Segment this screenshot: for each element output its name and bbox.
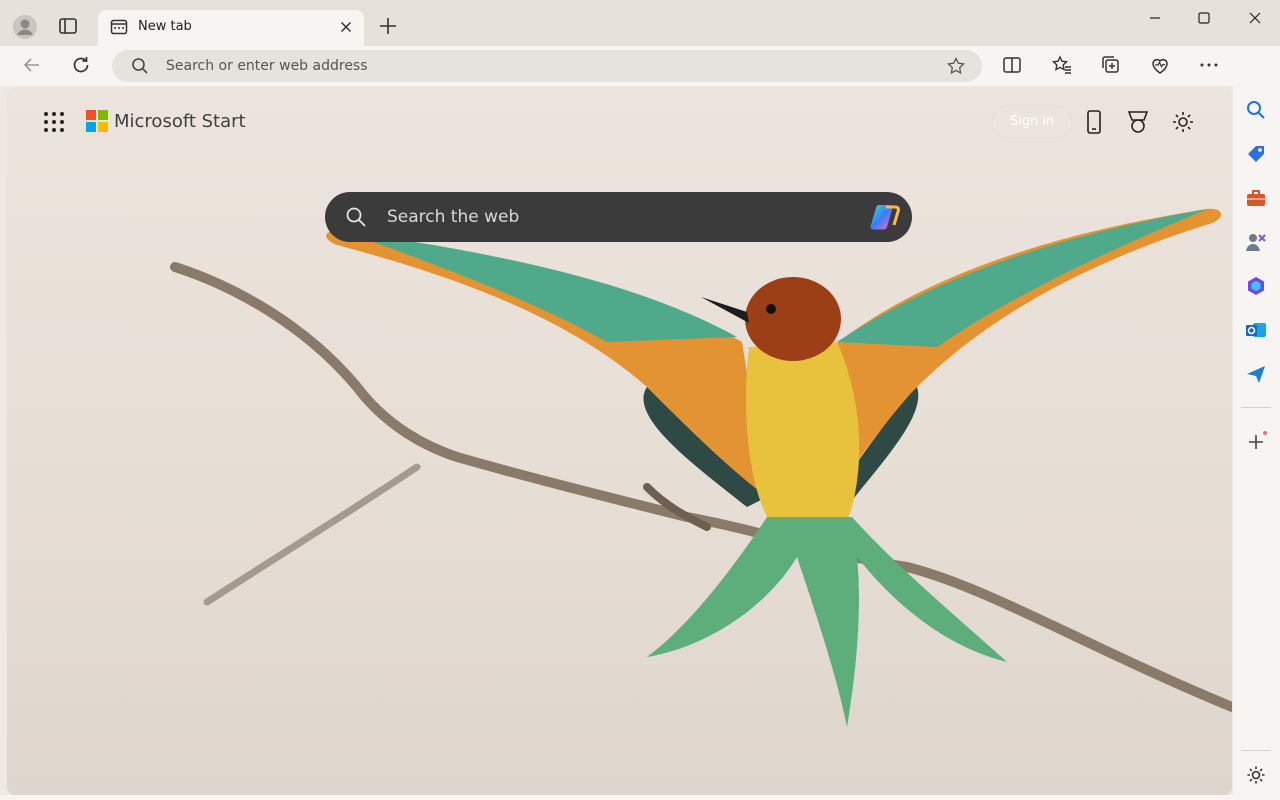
microsoft365-icon[interactable] <box>1245 275 1267 297</box>
split-screen-icon[interactable] <box>1000 53 1024 77</box>
new-tab-icon[interactable] <box>376 14 400 38</box>
tab-new-tab[interactable]: New tab <box>98 10 364 46</box>
new-tab-page: Microsoft Start Sign in Search the web <box>7 87 1232 795</box>
sidebar-divider <box>1241 750 1271 751</box>
web-search-box[interactable]: Search the web <box>325 192 912 242</box>
add-icon[interactable] <box>1245 431 1267 453</box>
search-icon <box>346 207 366 227</box>
tab-title: New tab <box>138 19 192 34</box>
search-icon <box>132 58 148 74</box>
shopping-icon[interactable] <box>1245 143 1267 165</box>
maximize-icon[interactable] <box>1189 8 1219 28</box>
new-tab-page-icon <box>110 19 128 35</box>
brand-title[interactable]: Microsoft Start <box>114 111 246 132</box>
profile-icon[interactable] <box>12 14 38 40</box>
sign-in-button[interactable]: Sign in <box>992 106 1072 138</box>
minimize-icon[interactable] <box>1140 8 1170 28</box>
address-bar-placeholder: Search or enter web address <box>166 58 368 74</box>
close-window-icon[interactable] <box>1240 8 1270 28</box>
close-tab-icon[interactable] <box>338 19 354 35</box>
copilot-icon[interactable] <box>868 201 902 233</box>
sidebar-divider <box>1241 407 1271 408</box>
app-launcher-icon[interactable] <box>43 111 65 133</box>
tools-icon[interactable] <box>1245 187 1267 209</box>
search-placeholder: Search the web <box>387 207 520 227</box>
address-bar[interactable]: Search or enter web address <box>112 50 982 82</box>
title-bar: New tab <box>0 0 1280 46</box>
refresh-icon[interactable] <box>69 53 93 77</box>
toolbar: Search or enter web address <box>0 46 1280 86</box>
favorite-star-icon[interactable] <box>946 56 966 76</box>
window-bottom-edge <box>0 795 1233 800</box>
settings-gear-icon[interactable] <box>1170 109 1196 135</box>
mobile-app-icon[interactable] <box>1081 109 1107 135</box>
settings-icon[interactable] <box>1245 764 1267 786</box>
favorites-icon[interactable] <box>1050 53 1074 77</box>
more-icon[interactable] <box>1197 53 1221 77</box>
drop-icon[interactable] <box>1245 363 1267 385</box>
right-sidebar <box>1233 46 1280 800</box>
games-icon[interactable] <box>1245 231 1267 253</box>
outlook-icon[interactable] <box>1245 319 1267 341</box>
back-icon[interactable] <box>20 53 44 77</box>
collections-icon[interactable] <box>1099 53 1123 77</box>
microsoft-logo-icon <box>86 110 108 132</box>
rewards-icon[interactable] <box>1125 109 1151 135</box>
search-icon[interactable] <box>1245 99 1267 121</box>
tab-actions-icon[interactable] <box>56 14 80 38</box>
browser-essentials-icon[interactable] <box>1148 53 1172 77</box>
